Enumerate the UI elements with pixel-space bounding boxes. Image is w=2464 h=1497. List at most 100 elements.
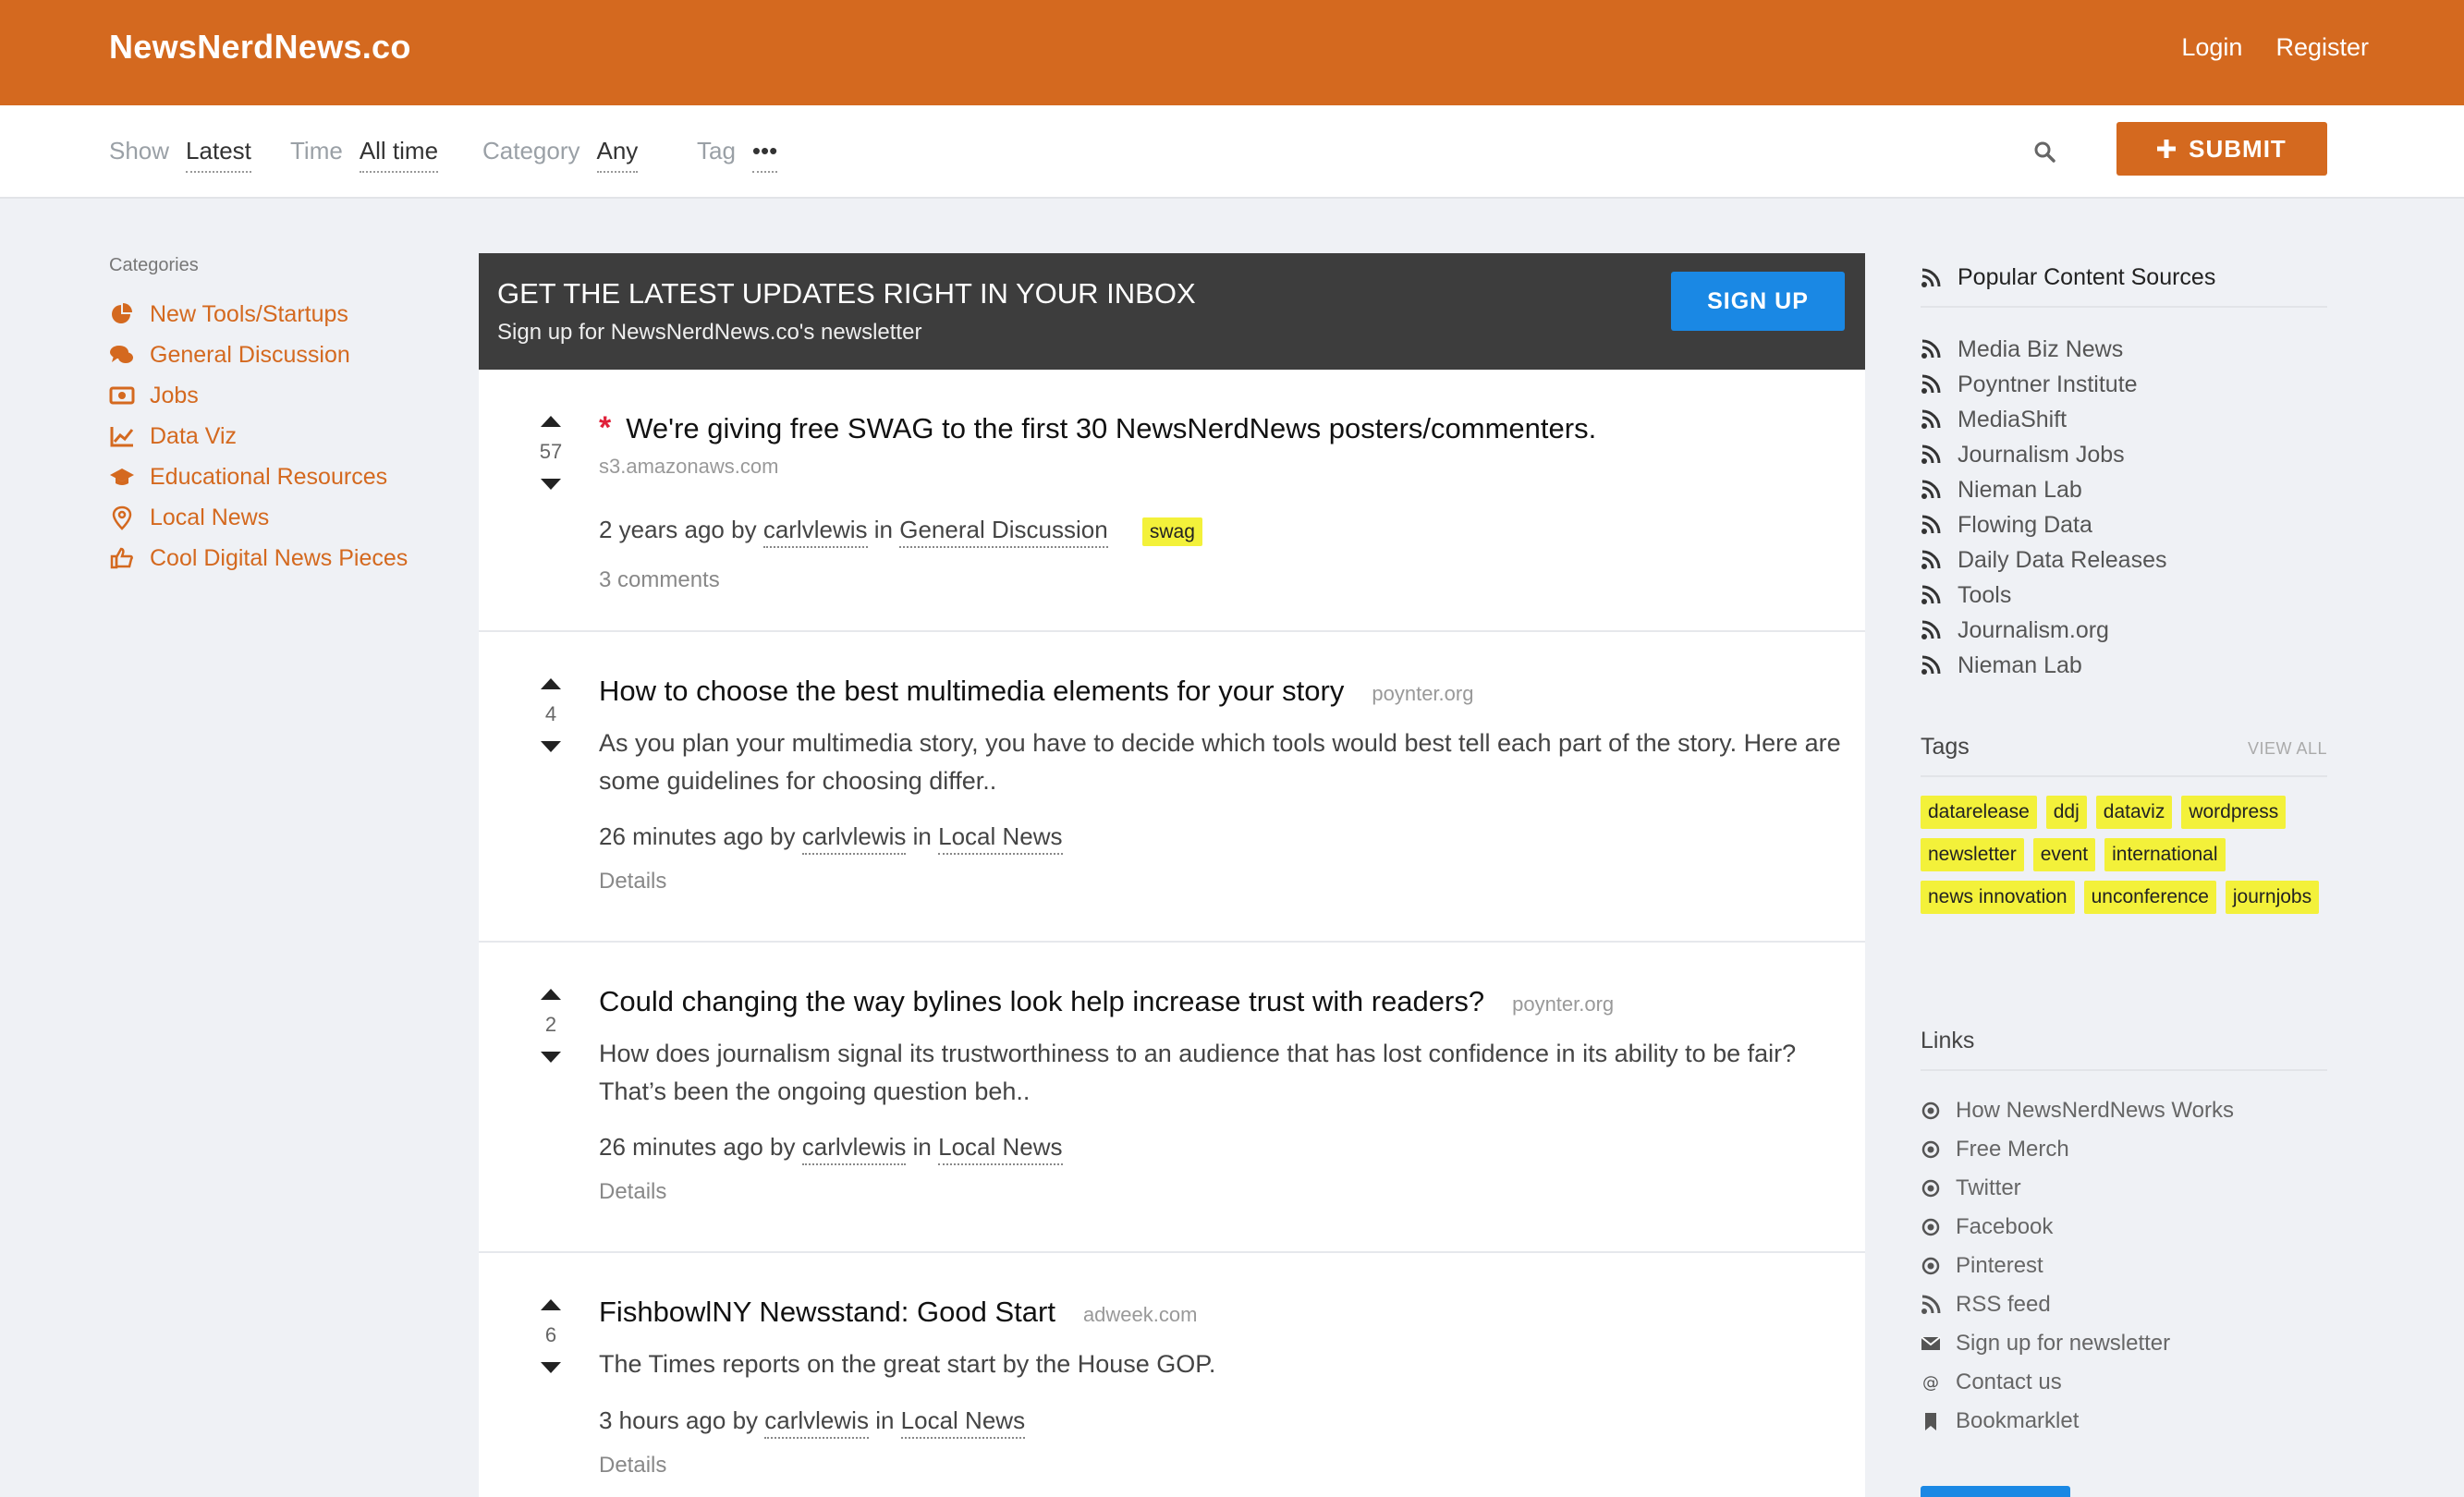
- filter-tag[interactable]: Tag •••: [697, 137, 778, 173]
- search-icon[interactable]: [2033, 140, 2055, 163]
- site-logo[interactable]: NewsNerdNews.co: [109, 28, 411, 67]
- svg-text:@: @: [1922, 1373, 1939, 1393]
- tag-chip[interactable]: wordpress: [2181, 796, 2287, 829]
- link-item[interactable]: @ Contact us: [1921, 1363, 2327, 1402]
- source-item[interactable]: Tools: [1921, 578, 2327, 613]
- post-domain[interactable]: poynter.org: [1372, 682, 1473, 705]
- post-category[interactable]: General Discussion: [899, 516, 1108, 548]
- login-link[interactable]: Login: [2181, 33, 2242, 62]
- post-author[interactable]: carlvlewis: [762, 516, 868, 548]
- rss-icon: [1921, 655, 1941, 675]
- source-item[interactable]: Media Biz News: [1921, 332, 2327, 367]
- filter-value[interactable]: •••: [751, 137, 778, 173]
- tag-chip[interactable]: newsletter: [1921, 838, 2024, 871]
- downvote-icon[interactable]: [541, 1362, 561, 1373]
- post-author[interactable]: carlvlewis: [801, 1133, 907, 1165]
- tags-panel: Tags VIEW ALL datarelease ddj dataviz wo…: [1921, 734, 2327, 914]
- upvote-icon[interactable]: [541, 1299, 561, 1310]
- post-tag[interactable]: swag: [1141, 517, 1202, 546]
- link-item[interactable]: Facebook: [1921, 1208, 2327, 1247]
- post-details-link[interactable]: Details: [599, 1179, 666, 1205]
- post-details-link[interactable]: Details: [599, 1453, 666, 1479]
- tag-chip[interactable]: international: [2104, 838, 2226, 871]
- filter-value[interactable]: Any: [596, 137, 639, 173]
- vote-count: 2: [544, 1013, 557, 1036]
- source-label: Tools: [1958, 581, 2012, 608]
- post-item: 4 How to choose the best multimedia elem…: [479, 632, 1865, 943]
- post-meta: 26 minutes ago by carlvlewis in Local Ne…: [599, 822, 1063, 855]
- tag-chip[interactable]: dataviz: [2095, 796, 2173, 829]
- tag-chip[interactable]: event: [2032, 838, 2096, 871]
- post-title-row: How to choose the best multimedia elemen…: [599, 675, 1473, 708]
- post-in: in: [875, 1406, 895, 1434]
- map-pin-icon: [112, 505, 132, 530]
- tag-chip[interactable]: journjobs: [2225, 881, 2320, 914]
- link-item[interactable]: Pinterest: [1921, 1247, 2327, 1285]
- filter-label: Tag: [697, 137, 736, 164]
- tag-chip[interactable]: news innovation: [1921, 881, 2075, 914]
- newsletter-signup-button[interactable]: SIGN UP: [1671, 272, 1845, 331]
- link-item[interactable]: Bookmarklet: [1921, 1402, 2327, 1441]
- upvote-icon[interactable]: [541, 989, 561, 1000]
- source-item[interactable]: Poyntner Institute: [1921, 367, 2327, 402]
- category-item-jobs[interactable]: Jobs: [109, 375, 408, 416]
- post-category[interactable]: Local News: [938, 1133, 1063, 1165]
- sources-list: Media Biz News Poyntner Institute MediaS…: [1921, 332, 2327, 683]
- sidebar-action-button[interactable]: [1921, 1486, 2070, 1497]
- category-item-new-tools[interactable]: New Tools/Startups: [109, 294, 408, 335]
- post-time: 3 hours ago: [599, 1406, 726, 1434]
- category-item-educational-resources[interactable]: Educational Resources: [109, 456, 408, 497]
- source-item[interactable]: Nieman Lab: [1921, 472, 2327, 507]
- post-meta: 2 years ago by carlvlewis in General Dis…: [599, 516, 1202, 548]
- post-author[interactable]: carlvlewis: [801, 822, 907, 855]
- category-item-local-news[interactable]: Local News: [109, 497, 408, 538]
- rss-icon: [1921, 550, 1941, 569]
- source-label: Journalism.org: [1958, 616, 2109, 643]
- source-item[interactable]: Nieman Lab: [1921, 648, 2327, 683]
- post-category[interactable]: Local News: [900, 1406, 1026, 1439]
- post-domain[interactable]: poynter.org: [1512, 992, 1614, 1016]
- category-item-cool-digital-news[interactable]: Cool Digital News Pieces: [109, 538, 408, 578]
- view-all-tags-link[interactable]: VIEW ALL: [2248, 739, 2327, 759]
- post-domain[interactable]: s3.amazonaws.com: [599, 455, 778, 479]
- downvote-icon[interactable]: [541, 479, 561, 490]
- link-item[interactable]: Twitter: [1921, 1169, 2327, 1208]
- source-item[interactable]: Journalism.org: [1921, 613, 2327, 648]
- upvote-icon[interactable]: [541, 678, 561, 689]
- link-label: RSS feed: [1956, 1292, 2051, 1317]
- tag-chip[interactable]: ddj: [2045, 796, 2087, 829]
- submit-button[interactable]: SUBMIT: [2116, 122, 2327, 176]
- post-title[interactable]: FishbowlNY Newsstand: Good Start: [599, 1296, 1055, 1328]
- downvote-icon[interactable]: [541, 741, 561, 752]
- post-details-link[interactable]: Details: [599, 869, 666, 895]
- tag-chip[interactable]: datarelease: [1921, 796, 2037, 829]
- link-item[interactable]: Sign up for newsletter: [1921, 1324, 2327, 1363]
- source-item[interactable]: Daily Data Releases: [1921, 542, 2327, 578]
- post-category[interactable]: Local News: [938, 822, 1063, 855]
- post-domain[interactable]: adweek.com: [1083, 1303, 1198, 1326]
- upvote-icon[interactable]: [541, 416, 561, 427]
- filter-category[interactable]: Category Any: [482, 137, 639, 173]
- link-item[interactable]: Free Merch: [1921, 1130, 2327, 1169]
- category-item-data-viz[interactable]: Data Viz: [109, 416, 408, 456]
- category-item-general-discussion[interactable]: General Discussion: [109, 335, 408, 375]
- post-title[interactable]: We're giving free SWAG to the first 30 N…: [626, 412, 1596, 444]
- link-item[interactable]: How NewsNerdNews Works: [1921, 1091, 2327, 1130]
- source-item[interactable]: Flowing Data: [1921, 507, 2327, 542]
- post-comments-link[interactable]: 3 comments: [599, 567, 720, 593]
- register-link[interactable]: Register: [2275, 33, 2369, 62]
- tag-chip[interactable]: unconference: [2083, 881, 2216, 914]
- source-item[interactable]: Journalism Jobs: [1921, 437, 2327, 472]
- post-title[interactable]: Could changing the way bylines look help…: [599, 985, 1484, 1017]
- post-author[interactable]: carlvlewis: [764, 1406, 869, 1439]
- filter-value[interactable]: All time: [359, 137, 439, 173]
- link-item[interactable]: RSS feed: [1921, 1285, 2327, 1324]
- filter-value[interactable]: Latest: [186, 137, 251, 173]
- circle-dot-icon: [1921, 1218, 1940, 1236]
- source-item[interactable]: MediaShift: [1921, 402, 2327, 437]
- downvote-icon[interactable]: [541, 1052, 561, 1063]
- link-label: Facebook: [1956, 1214, 2054, 1239]
- filter-time[interactable]: Time All time: [290, 137, 439, 173]
- post-title[interactable]: How to choose the best multimedia elemen…: [599, 675, 1344, 707]
- filter-show[interactable]: Show Latest: [109, 137, 251, 173]
